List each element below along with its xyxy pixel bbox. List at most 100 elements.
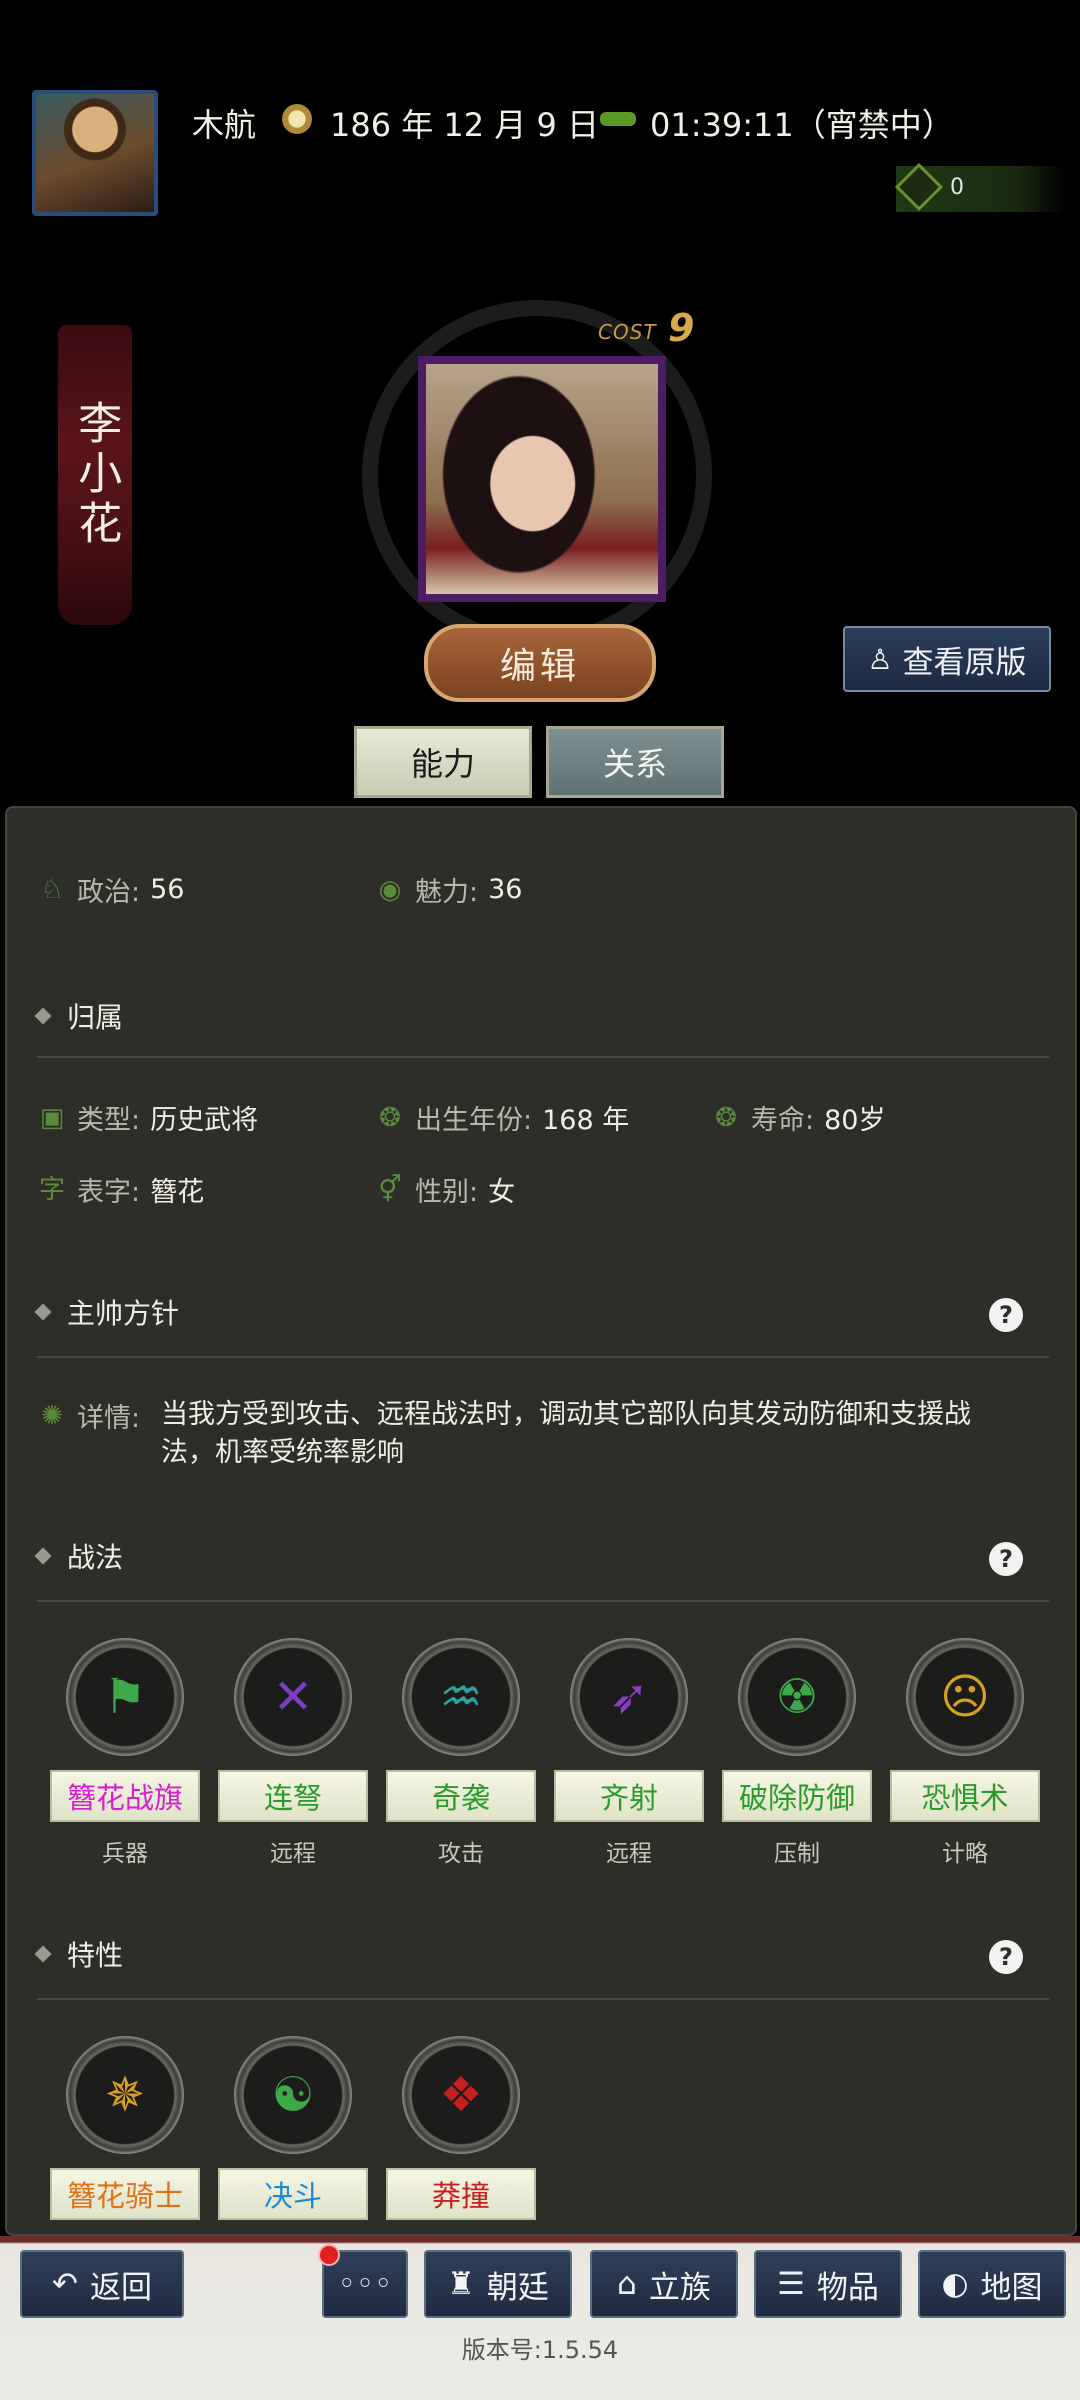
ability-panel[interactable]: ♘ 政治: 56 ◉ 魅力: 36 归属 ▣ 类型: 历史武将 ❂ 出生年份: … [5,806,1077,2236]
trait-name: 莽撞 [386,2168,536,2220]
clan-button[interactable]: ⌂ 立族 [590,2250,738,2318]
version-label: 版本号:1.5.54 [461,2336,619,2364]
lifespan-icon: ❂ [715,1102,737,1133]
policy-help-icon[interactable]: ? [989,1298,1023,1332]
palace-icon: ♜ [447,2266,475,2302]
tactic-type: 攻击 [438,1841,484,1867]
section-policy: 主帅方针 [34,1292,180,1332]
tab-ability[interactable]: 能力 [354,726,532,798]
duel-icon: ☯ [234,2036,352,2154]
court-label: 朝廷 [486,2269,549,2306]
edit-button[interactable]: 编辑 [424,624,656,702]
politics-value: 56 [150,874,185,905]
back-arrow-icon: ↶ [52,2266,78,2302]
hero-name-banner: 李小花 [58,325,132,625]
globe-icon: ◐ [941,2266,969,2302]
courtesy-icon: 字 [38,1174,65,1205]
tactic-name: 齐射 [554,1770,704,1822]
tactic-name: 簪花战旗 [50,1770,200,1822]
knight-icon: ✵ [66,2036,184,2154]
trait-item[interactable]: ❖ 莽撞 [385,2036,537,2220]
tactic-item[interactable]: ➶ 齐射 远程 [553,1638,705,1868]
policy-detail-label: 详情: [77,1403,141,1434]
trait-name: 决斗 [218,2168,368,2220]
tactic-item[interactable]: ♒ 奇袭 攻击 [385,1638,537,1868]
tactic-item[interactable]: ☹ 恐惧术 计略 [889,1638,1041,1868]
tactic-type: 远程 [606,1841,652,1867]
view-original-button[interactable]: ♙ 查看原版 [843,626,1051,692]
diamond-bullet-icon [34,1303,52,1321]
courtesy-value: 簪花 [150,1177,205,1208]
tab-relation[interactable]: 关系 [546,726,724,798]
hero-name: 李小花 [70,400,122,550]
section-affiliation-title: 归属 [67,1001,124,1034]
trait-name: 簪花骑士 [50,2168,200,2220]
tactic-type: 压制 [774,1841,820,1867]
tactic-item[interactable]: ✕ 连弩 远程 [217,1638,369,1868]
detail-icon: ✺ [41,1400,63,1431]
back-button[interactable]: ↶ 返回 [20,2250,184,2318]
birth-label: 出生年份: [415,1105,533,1136]
fear-icon: ☹ [906,1638,1024,1756]
section-tactics: 战法 [34,1536,123,1576]
charm-label: 魅力: [415,877,479,908]
gender-label: 性别: [415,1177,479,1208]
lifespan-value: 80岁 [824,1105,886,1136]
divider [37,1056,1049,1058]
player-name: 木航 [192,106,257,144]
tactic-type: 远程 [270,1841,316,1867]
clock-icon [600,112,636,126]
section-traits: 特性 [34,1934,123,1974]
notification-dot [318,2244,340,2266]
cost-value: 9 [668,306,695,350]
items-button[interactable]: ☰ 物品 [754,2250,902,2318]
birth-icon: ❂ [379,1102,401,1133]
items-icon: ☰ [777,2266,805,2302]
courtesy-label: 表字: [77,1177,141,1208]
calendar-check-icon: ▣ [39,1102,65,1133]
diamond-bullet-icon [34,1945,52,1963]
trait-item[interactable]: ☯ 决斗 [217,2036,369,2220]
gender-field: ⚥ 性别: 女 [375,1170,515,1209]
calendar-icon [282,104,312,134]
reckless-icon: ❖ [402,2036,520,2154]
person-icon: ♙ [867,642,893,676]
eye-icon: ◉ [378,874,402,905]
courtesy-name-field: 字 表字: 簪花 [37,1170,204,1209]
view-original-label: 查看原版 [902,644,1027,681]
player-avatar[interactable] [32,90,158,216]
divider [37,1356,1049,1358]
lifespan-label: 寿命: [751,1105,815,1136]
ambush-icon: ♒ [402,1638,520,1756]
tactic-name: 破除防御 [722,1770,872,1822]
traits-help-icon[interactable]: ? [989,1940,1023,1974]
politics-icon: ♘ [40,874,64,905]
lifespan-field: ❂ 寿命: 80岁 [711,1098,885,1137]
tactics-help-icon[interactable]: ? [989,1542,1023,1576]
charm-stat: ◉ 魅力: 36 [375,870,523,909]
court-button[interactable]: ♜ 朝廷 [424,2250,572,2318]
tactic-name: 奇袭 [386,1770,536,1822]
birth-value: 168 年 [542,1105,630,1136]
clan-icon: ⌂ [617,2266,637,2302]
cost-label: COST [598,320,657,344]
diamond-bullet-icon [34,1007,52,1025]
gender-icon: ⚥ [378,1174,402,1205]
map-button[interactable]: ◐ 地图 [918,2250,1066,2318]
tactic-type: 计略 [942,1841,988,1867]
charm-value: 36 [488,874,523,905]
trait-item[interactable]: ✵ 簪花骑士 [49,2036,201,2220]
game-time: 01:39:11（宵禁中） [650,106,954,144]
tactic-item[interactable]: ☢ 破除防御 压制 [721,1638,873,1868]
coin-count: 0 [950,175,964,200]
policy-detail-label-row: ✺ 详情: [37,1396,140,1435]
policy-detail-text: 当我方受到攻击、远程战法时，调动其它部队向其发动防御和支援战法，机率受统率影响 [161,1399,971,1468]
tactic-type: 兵器 [102,1841,148,1867]
section-policy-title: 主帅方针 [67,1297,180,1330]
tactic-item[interactable]: ⚑ 簪花战旗 兵器 [49,1638,201,1868]
clan-label: 立族 [648,2269,711,2306]
tactic-name: 恐惧术 [890,1770,1040,1822]
volley-icon: ➶ [570,1638,688,1756]
divider [37,1998,1049,2000]
hero-portrait [418,356,666,602]
